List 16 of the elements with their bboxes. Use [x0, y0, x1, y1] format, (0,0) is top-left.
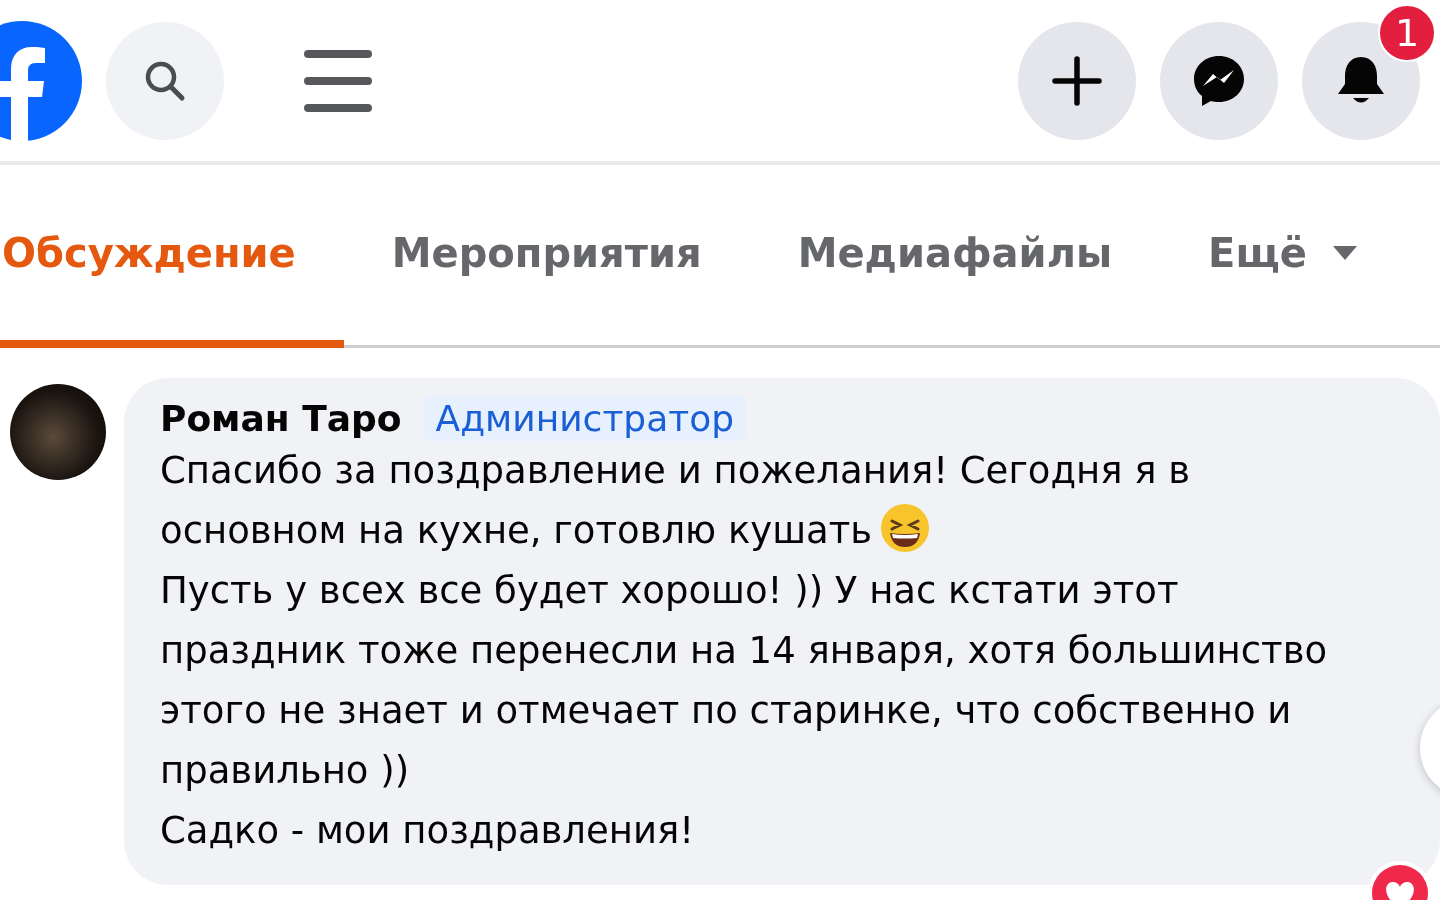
tab[interactable]: Мероприятия	[343, 165, 750, 348]
author-name[interactable]: Роман Таро	[160, 398, 402, 439]
messenger-icon	[1192, 53, 1246, 108]
tab[interactable]: Медиафайлы	[749, 165, 1161, 348]
role-badge: Администратор	[423, 396, 747, 441]
menu-icon	[304, 47, 372, 114]
laughing-emoji-icon	[880, 503, 931, 553]
comment-text: Пусть у всех все будет хорошо! )) У нас кстати этот праздник тоже перенесли на 14 января, хотя большинство этого не знает и отмечает по старинке, что собственно и правильно ))	[160, 568, 1329, 794]
tab[interactable]: Обсуждение	[0, 165, 344, 348]
menu-button[interactable]	[304, 47, 372, 114]
tab[interactable]: Ещё	[1160, 165, 1407, 348]
comment-text: Спасибо за поздравление и пожелания! Сегодня я в основном на кухне, готовлю кушать	[160, 448, 1192, 555]
notification-badge: 1	[1378, 3, 1436, 62]
comment-text: Садко - мои поздравления!	[160, 808, 696, 854]
caret-down-icon	[1330, 243, 1359, 262]
plus-icon	[1052, 55, 1102, 106]
